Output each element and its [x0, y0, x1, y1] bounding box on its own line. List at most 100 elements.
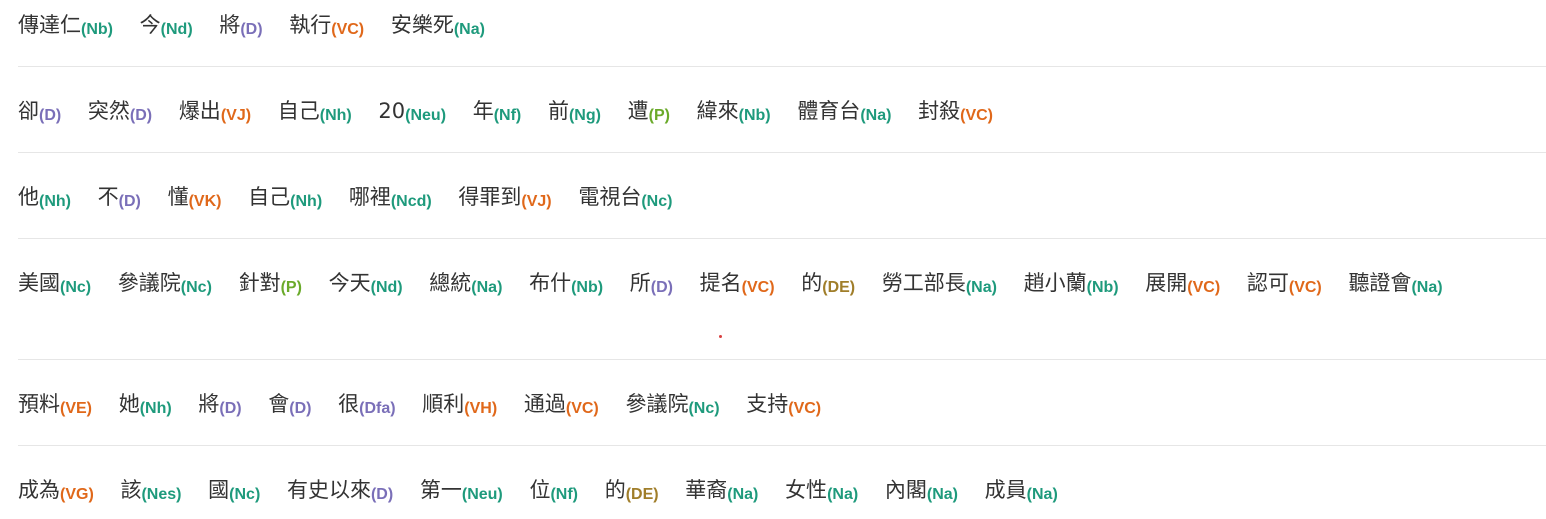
pos-tag: (Neu)	[461, 486, 503, 503]
token-word: 位	[529, 478, 551, 502]
pos-tag: (Na)	[727, 486, 759, 503]
pos-tag: (Ncd)	[390, 193, 432, 210]
pos-token: 有史以來(D)	[286, 478, 394, 503]
pos-tag: (Nb)	[571, 279, 604, 296]
token-word: 封殺	[918, 99, 961, 123]
pos-tag: (Na)	[827, 486, 859, 503]
token-word: 國	[208, 478, 230, 502]
pos-token: 通過(VC)	[524, 392, 599, 417]
pos-token: 女性(Na)	[785, 478, 859, 503]
token-word: 趙小蘭	[1023, 271, 1087, 295]
token-word: 不	[97, 185, 119, 209]
pos-token: 哪裡(Ncd)	[348, 185, 432, 210]
pos-token: 緯來(Nb)	[697, 99, 771, 124]
pos-token: 內閣(Na)	[884, 478, 958, 503]
pos-token: 他(Nh)	[18, 185, 71, 210]
pos-token: 位(Nf)	[529, 478, 578, 503]
pos-tag: (VC)	[1187, 279, 1221, 296]
sentence-row-2: 卻(D) 突然(D) 爆出(VJ) 自己(Nh) 20(Neu) 年(Nf) 前…	[18, 92, 1546, 153]
pos-tag: (D)	[370, 486, 394, 503]
pos-tag: (VC)	[565, 400, 599, 417]
pos-tag: (VC)	[1288, 279, 1322, 296]
pos-tag: (VC)	[960, 107, 993, 124]
pos-token: 美國(Nc)	[18, 271, 91, 296]
pos-token: 20(Neu)	[378, 99, 447, 124]
pos-token: 的(DE)	[801, 271, 855, 296]
pos-tag: (D)	[650, 279, 673, 296]
token-word: 安樂死	[390, 13, 454, 37]
pos-tag: (VC)	[331, 21, 365, 38]
token-word: 有史以來	[286, 478, 371, 502]
pos-token: 華裔(Na)	[685, 478, 759, 503]
pos-tagging-result-page: 傳達仁(Nb) 今(Nd) 將(D) 執行(VC) 安樂死(Na) 卻(D) 突…	[0, 0, 1546, 519]
token-word: 得罪到	[458, 185, 522, 209]
token-word: 美國	[18, 271, 60, 295]
token-word: 華裔	[685, 478, 728, 502]
pos-tag: (VK)	[188, 193, 222, 210]
token-word: 所	[629, 271, 651, 295]
token-word: 該	[120, 478, 142, 502]
pos-tag: (Nb)	[1086, 279, 1119, 296]
pos-tag: (VC)	[788, 400, 822, 417]
pos-tag: (P)	[648, 107, 670, 124]
token-word: 的	[801, 271, 823, 295]
pos-token: 的(DE)	[604, 478, 659, 503]
token-word: 爆出	[178, 99, 221, 123]
pos-tag: (Nc)	[229, 486, 261, 503]
pos-tag: (Nb)	[81, 21, 113, 38]
token-word: 的	[604, 478, 626, 502]
pos-token: 將(D)	[198, 392, 242, 417]
pos-tag: (Neu)	[405, 107, 447, 124]
pos-tag: (VJ)	[220, 107, 252, 124]
token-word: 自己	[248, 185, 291, 209]
token-word: 很	[338, 392, 360, 416]
pos-token: 聽證會(Na)	[1348, 271, 1443, 296]
pos-token: 成為(VG)	[18, 478, 94, 503]
token-word: 第一	[419, 478, 462, 502]
pos-tag: (Na)	[965, 279, 997, 296]
sentence-row-6: 成為(VG) 該(Nes) 國(Nc) 有史以來(D) 第一(Neu) 位(Nf…	[18, 471, 1546, 519]
token-word: 電視台	[578, 185, 642, 209]
pos-token: 針對(P)	[239, 271, 302, 296]
token-word: 自己	[277, 99, 320, 123]
pos-tag: (VJ)	[521, 193, 552, 210]
pos-token: 順利(VH)	[422, 392, 497, 417]
pos-token: 前(Ng)	[548, 99, 601, 124]
pos-token: 成員(Na)	[985, 478, 1058, 503]
token-word: 布什	[529, 271, 572, 295]
pos-token: 安樂死(Na)	[390, 13, 485, 38]
token-word: 她	[118, 392, 140, 416]
pos-token: 勞工部長(Na)	[881, 271, 997, 296]
pos-tag: (Nf)	[493, 107, 522, 124]
pos-tag: (Nb)	[738, 107, 771, 124]
token-word: 傳達仁	[18, 13, 81, 37]
pos-tag: (Nh)	[290, 193, 323, 210]
token-list: 傳達仁(Nb) 今(Nd) 將(D) 執行(VC) 安樂死(Na)	[18, 6, 1546, 49]
token-word: 將	[198, 392, 220, 416]
token-word: 勞工部長	[881, 271, 966, 295]
pos-tag: (D)	[219, 400, 242, 417]
pos-token: 自己(Nh)	[248, 185, 323, 210]
pos-tag: (Na)	[1411, 279, 1443, 296]
token-list: 美國(Nc) 參議院(Nc) 針對(P) 今天(Nd) 總統(Na) 布什(Nb…	[18, 264, 1546, 307]
token-word: 展開	[1145, 271, 1188, 295]
token-word: 預料	[18, 392, 60, 416]
pos-tag: (Nh)	[319, 107, 352, 124]
pos-token: 卻(D)	[18, 99, 61, 124]
stray-dot	[719, 335, 722, 338]
token-word: 哪裡	[348, 185, 391, 209]
pos-tag: (VC)	[741, 279, 775, 296]
pos-token: 該(Nes)	[120, 478, 181, 503]
token-word: 執行	[289, 13, 332, 37]
pos-tag: (D)	[118, 193, 141, 210]
token-word: 年	[472, 99, 494, 123]
pos-tag: (Nh)	[139, 400, 172, 417]
token-word: 順利	[422, 392, 465, 416]
token-word: 總統	[429, 271, 472, 295]
pos-token: 預料(VE)	[18, 392, 92, 417]
token-word: 卻	[18, 99, 39, 123]
token-word: 成為	[18, 478, 60, 502]
pos-tag: (D)	[240, 21, 263, 38]
pos-token: 遭(P)	[628, 99, 670, 124]
token-word: 內閣	[884, 478, 927, 502]
